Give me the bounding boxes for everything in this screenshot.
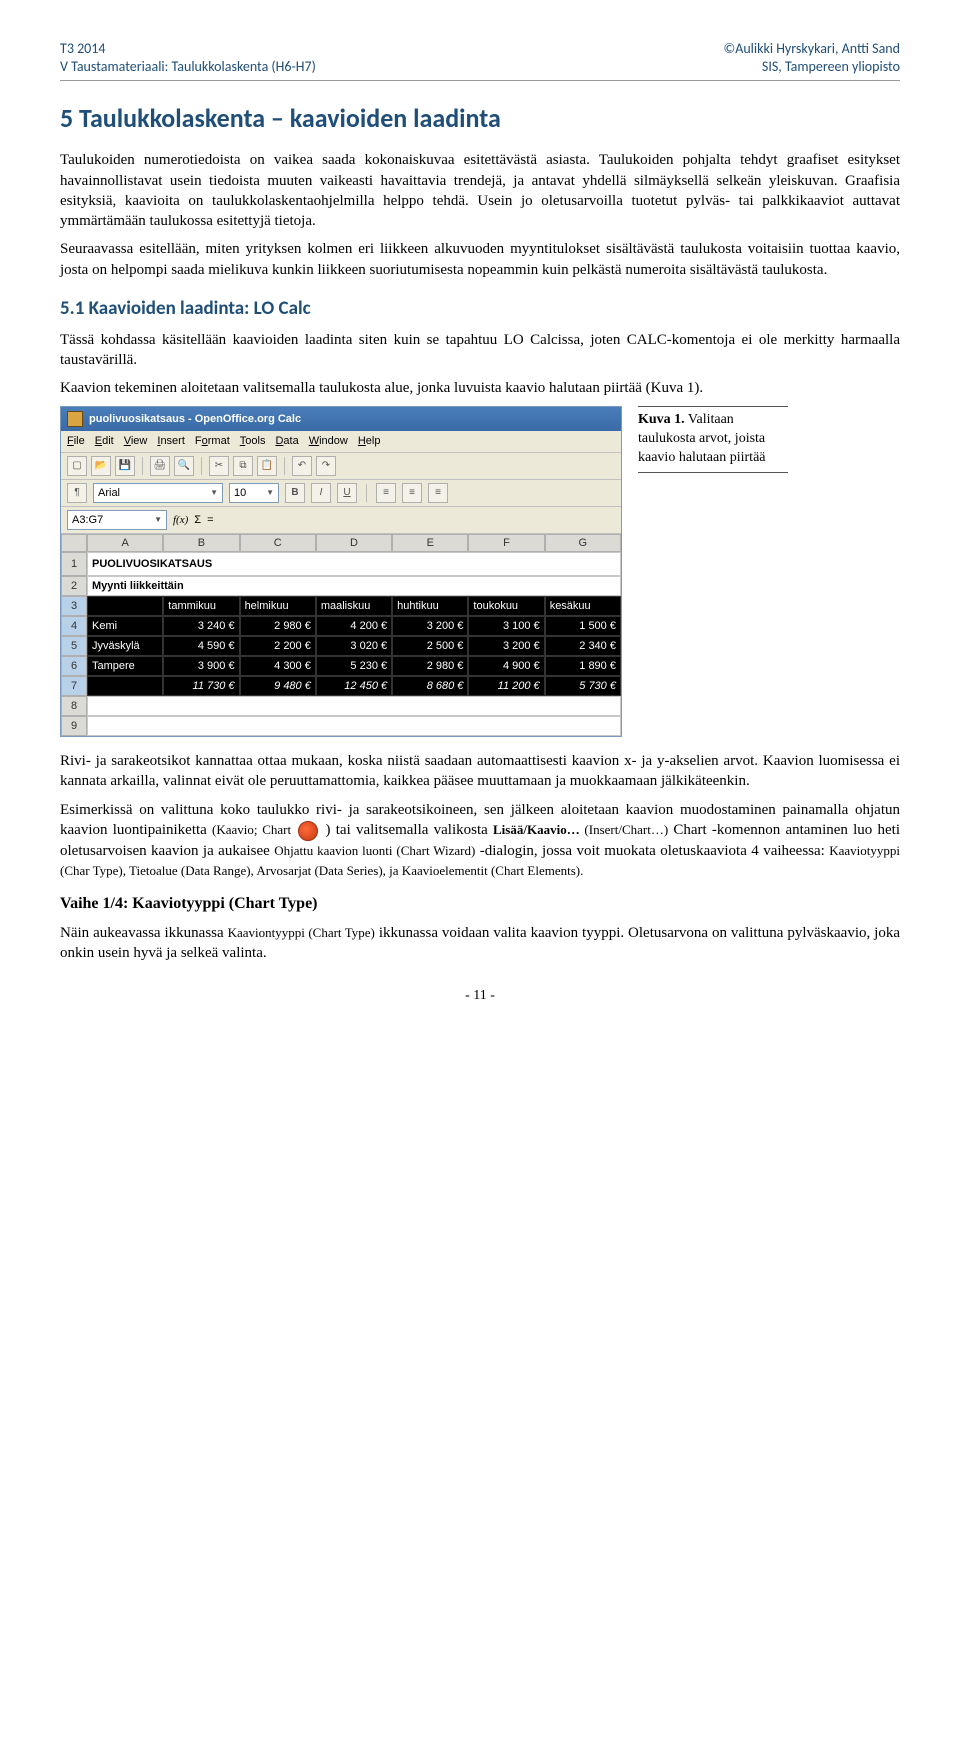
header-left-1: T3 2014 [60,40,316,58]
paragraph-2: Seuraavassa esitellään, miten yrityksen … [60,239,900,280]
row-1: 1 PUOLIVUOSIKATSAUS [61,552,621,576]
subheading: Vaihe 1/4: Kaaviotyyppi (Chart Type) [60,893,900,915]
page-number: - 11 - [60,987,900,1006]
calc-window: puolivuosikatsaus - OpenOffice.org Calc … [60,406,622,737]
menu-data[interactable]: Data [275,434,298,449]
toolbar-format: ¶ Arial▼ 10▼ B I U ≡ ≡ ≡ [61,480,621,507]
sum-icon[interactable]: Σ [194,513,201,528]
save-icon[interactable]: 💾 [115,456,135,476]
new-icon[interactable]: ▢ [67,456,87,476]
align-center-icon[interactable]: ≡ [402,483,422,503]
row-8: 8 [61,696,621,716]
open-icon[interactable]: 📂 [91,456,111,476]
menubar: File Edit View Insert Format Tools Data … [61,431,621,453]
titlebar: puolivuosikatsaus - OpenOffice.org Calc [61,407,621,431]
col-A[interactable]: A [87,534,163,552]
menu-tools[interactable]: Tools [240,434,266,449]
window-title: puolivuosikatsaus - OpenOffice.org Calc [89,412,301,427]
chart-wizard-icon [298,821,318,841]
figure-caption: Kuva 1. Valitaan taulukosta arvot, joist… [638,406,788,473]
paragraph-3: Tässä kohdassa käsitellään kaavioiden la… [60,330,900,371]
row-4: 4 Kemi 3 240 € 2 980 € 4 200 € 3 200 € 3… [61,616,621,636]
heading-1: 5 Taulukkolaskenta – kaavioiden laadinta [60,101,900,136]
print-icon[interactable]: 🖨 [150,456,170,476]
paragraph-7: Näin aukeavassa ikkunassa Kaaviontyyppi … [60,923,900,964]
paragraph-4: Kaavion tekeminen aloitetaan valitsemall… [60,378,900,398]
row-2: 2 Myynti liikkeittäin [61,576,621,596]
paste-icon[interactable]: 📋 [257,456,277,476]
menu-edit[interactable]: Edit [95,434,114,449]
formula-bar: A3:G7▼ f(x) Σ = [61,507,621,534]
paragraph-6: Esimerkissä on valittuna koko taulukko r… [60,800,900,881]
menu-format[interactable]: Format [195,434,230,449]
spreadsheet: A B C D E F G 1 PUOLIVUOSIKATSAUS 2 Myyn… [61,534,621,736]
col-F[interactable]: F [468,534,544,552]
header-right-1: ©Aulikki Hyrskykari, Antti Sand [724,40,900,58]
col-G[interactable]: G [545,534,621,552]
fontsize-dropdown[interactable]: 10▼ [229,483,279,503]
align-right-icon[interactable]: ≡ [428,483,448,503]
chevron-down-icon: ▼ [266,488,274,499]
select-all-corner[interactable] [61,534,87,552]
fx-icon[interactable]: f(x) [173,513,188,528]
equals-icon[interactable]: = [207,513,213,528]
col-D[interactable]: D [316,534,392,552]
align-left-icon[interactable]: ≡ [376,483,396,503]
undo-icon[interactable]: ↶ [292,456,312,476]
header-left-2: V Taustamateriaali: Taulukkolaskenta (H6… [60,58,316,76]
toolbar-standard: ▢ 📂 💾 🖨 🔍 ✂ ⧉ 📋 ↶ ↷ [61,453,621,480]
bold-button[interactable]: B [285,483,305,503]
paragraph-5: Rivi- ja sarakeotsikot kannattaa ottaa m… [60,751,900,792]
header-right-2: SIS, Tampereen yliopisto [724,58,900,76]
menu-view[interactable]: View [124,434,148,449]
row-3: 3 tammikuu helmikuu maaliskuu huhtikuu t… [61,596,621,616]
cut-icon[interactable]: ✂ [209,456,229,476]
menu-window[interactable]: Window [309,434,348,449]
row-6: 6 Tampere 3 900 € 4 300 € 5 230 € 2 980 … [61,656,621,676]
chevron-down-icon: ▼ [210,488,218,499]
underline-button[interactable]: U [337,483,357,503]
menu-help[interactable]: Help [358,434,381,449]
row-9: 9 [61,716,621,736]
name-box[interactable]: A3:G7▼ [67,510,167,530]
preview-icon[interactable]: 🔍 [174,456,194,476]
figure-1: puolivuosikatsaus - OpenOffice.org Calc … [60,406,900,737]
heading-2: 5.1 Kaavioiden laadinta: LO Calc [60,296,900,322]
chevron-down-icon: ▼ [154,515,162,526]
page-header: T3 2014 V Taustamateriaali: Taulukkolask… [60,40,900,81]
copy-icon[interactable]: ⧉ [233,456,253,476]
col-C[interactable]: C [240,534,316,552]
menu-insert[interactable]: Insert [157,434,185,449]
col-E[interactable]: E [392,534,468,552]
italic-button[interactable]: I [311,483,331,503]
row-5: 5 Jyväskylä 4 590 € 2 200 € 3 020 € 2 50… [61,636,621,656]
app-icon [67,411,83,427]
paragraph-1: Taulukoiden numerotiedoista on vaikea sa… [60,150,900,231]
menu-file[interactable]: File [67,434,85,449]
redo-icon[interactable]: ↷ [316,456,336,476]
styles-icon[interactable]: ¶ [67,483,87,503]
font-dropdown[interactable]: Arial▼ [93,483,223,503]
row-7: 7 11 730 € 9 480 € 12 450 € 8 680 € 11 2… [61,676,621,696]
col-B[interactable]: B [163,534,239,552]
